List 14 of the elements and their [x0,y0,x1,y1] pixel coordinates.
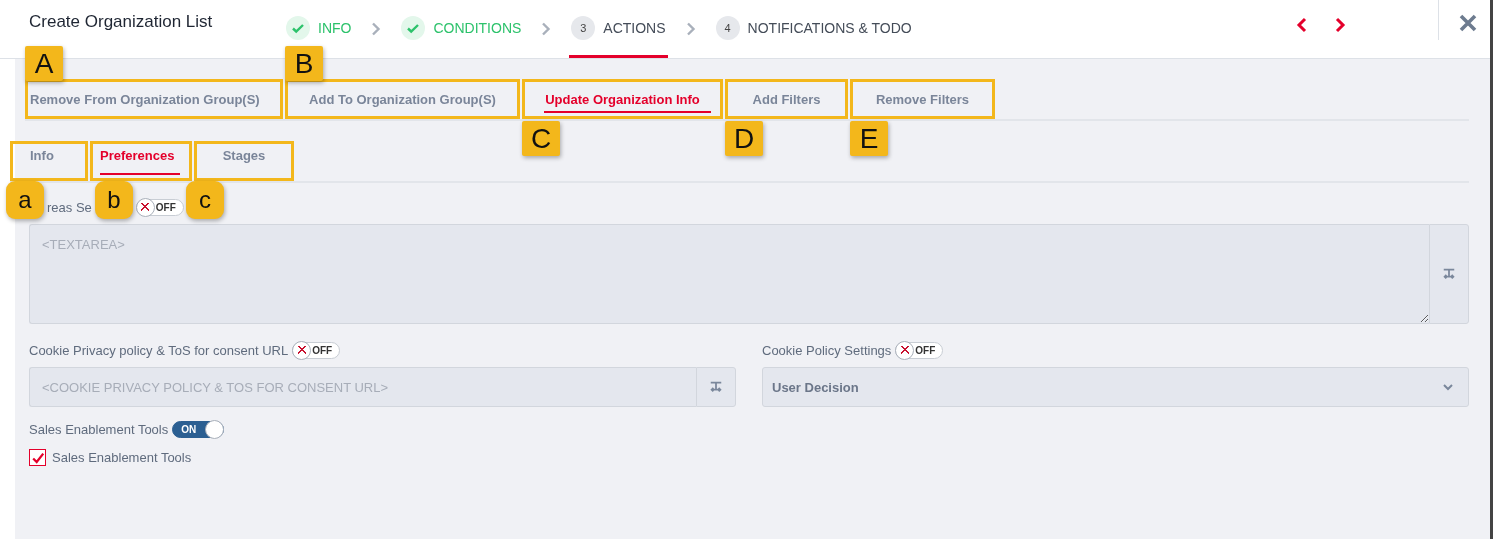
callout-tooltip: b [95,181,133,219]
callout-tooltip: E [850,121,888,156]
callout-tooltip: c [186,181,224,219]
callout-tooltip: C [522,121,560,156]
checkbox-label: Sales Enablement Tools [52,450,192,465]
callout-tooltip: A [25,46,63,81]
page-title: Create Organization List [29,12,214,32]
field-label: Cookie Privacy policy & ToS for consent URL [29,342,289,358]
field-label: Cookie Policy Settings [762,342,892,358]
callout-tooltip: a [6,181,44,219]
callout-tooltip: B [285,46,323,81]
callout-tooltip: D [725,121,763,156]
field-label: reas Se [47,199,92,215]
field-label: Sales Enablement Tools [29,421,169,437]
